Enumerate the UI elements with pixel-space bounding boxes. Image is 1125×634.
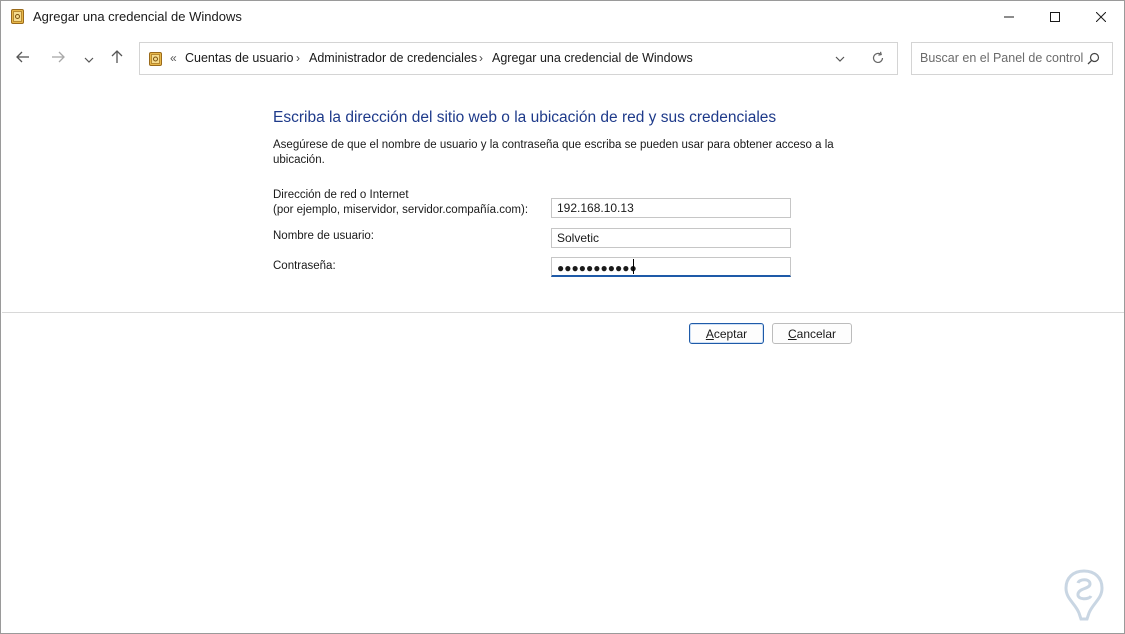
- cancel-accelerator: C: [787, 326, 797, 341]
- maximize-icon: [1050, 11, 1060, 22]
- close-icon: [1096, 11, 1106, 22]
- breadcrumb-separator-icon[interactable]: ›: [479, 51, 483, 65]
- credential-manager-icon: [11, 9, 24, 24]
- username-label: Nombre de usuario:: [273, 230, 374, 242]
- cancel-label: ancelar: [796, 326, 837, 341]
- breadcrumb-credential-manager[interactable]: Administrador de credenciales: [309, 51, 477, 65]
- refresh-icon[interactable]: [871, 51, 885, 70]
- minimize-icon: [1004, 12, 1014, 22]
- footer-divider: [2, 312, 1124, 313]
- arrow-right-icon: [51, 50, 65, 68]
- arrow-up-icon: [111, 49, 123, 69]
- maximize-button[interactable]: [1032, 1, 1078, 32]
- window-title: Agregar una credencial de Windows: [33, 9, 242, 24]
- overflow-chevron-icon[interactable]: «: [170, 51, 177, 65]
- recent-locations-button[interactable]: [78, 49, 100, 69]
- network-address-field[interactable]: [551, 198, 791, 218]
- up-button[interactable]: [106, 49, 128, 69]
- navigation-bar: « Cuentas de usuario › Administrador de …: [1, 32, 1124, 87]
- page-heading: Escriba la dirección del sitio web o la …: [273, 109, 777, 126]
- arrow-left-icon: [16, 50, 30, 68]
- control-panel-icon: [149, 52, 162, 66]
- breadcrumb-add-windows-credential[interactable]: Agregar una credencial de Windows: [492, 51, 693, 65]
- breadcrumb-separator-icon[interactable]: ›: [296, 51, 300, 65]
- cancel-button[interactable]: Cancelar: [772, 323, 852, 344]
- address-bar[interactable]: « Cuentas de usuario › Administrador de …: [139, 42, 898, 75]
- text-caret: [633, 259, 634, 274]
- watermark-logo-icon: [1063, 569, 1105, 626]
- close-button[interactable]: [1078, 1, 1124, 32]
- address-label: Dirección de red o Internet: [273, 189, 409, 201]
- credential-window: Agregar una credencial de Windows « Cuen…: [0, 0, 1125, 634]
- accept-label: ceptar: [713, 326, 748, 341]
- address-dropdown-icon[interactable]: [835, 52, 845, 70]
- password-label: Contraseña:: [273, 260, 336, 272]
- chevron-down-icon: [84, 50, 94, 68]
- search-box[interactable]: Buscar en el Panel de control: [911, 42, 1113, 75]
- search-icon[interactable]: [1087, 52, 1100, 70]
- password-value: ●●●●●●●●●●●: [557, 261, 637, 275]
- page-description: Asegúrese de que el nombre de usuario y …: [273, 139, 834, 166]
- title-bar: Agregar una credencial de Windows: [1, 1, 1124, 32]
- minimize-button[interactable]: [986, 1, 1032, 32]
- address-label-example: (por ejemplo, miservidor, servidor.compa…: [273, 204, 529, 216]
- username-field[interactable]: [551, 228, 791, 248]
- back-button[interactable]: [12, 49, 34, 69]
- accept-button[interactable]: Aceptar: [689, 323, 764, 344]
- forward-button[interactable]: [47, 49, 69, 69]
- accept-accelerator: A: [705, 326, 714, 341]
- breadcrumb-user-accounts[interactable]: Cuentas de usuario: [185, 51, 293, 65]
- search-placeholder[interactable]: Buscar en el Panel de control: [920, 51, 1083, 65]
